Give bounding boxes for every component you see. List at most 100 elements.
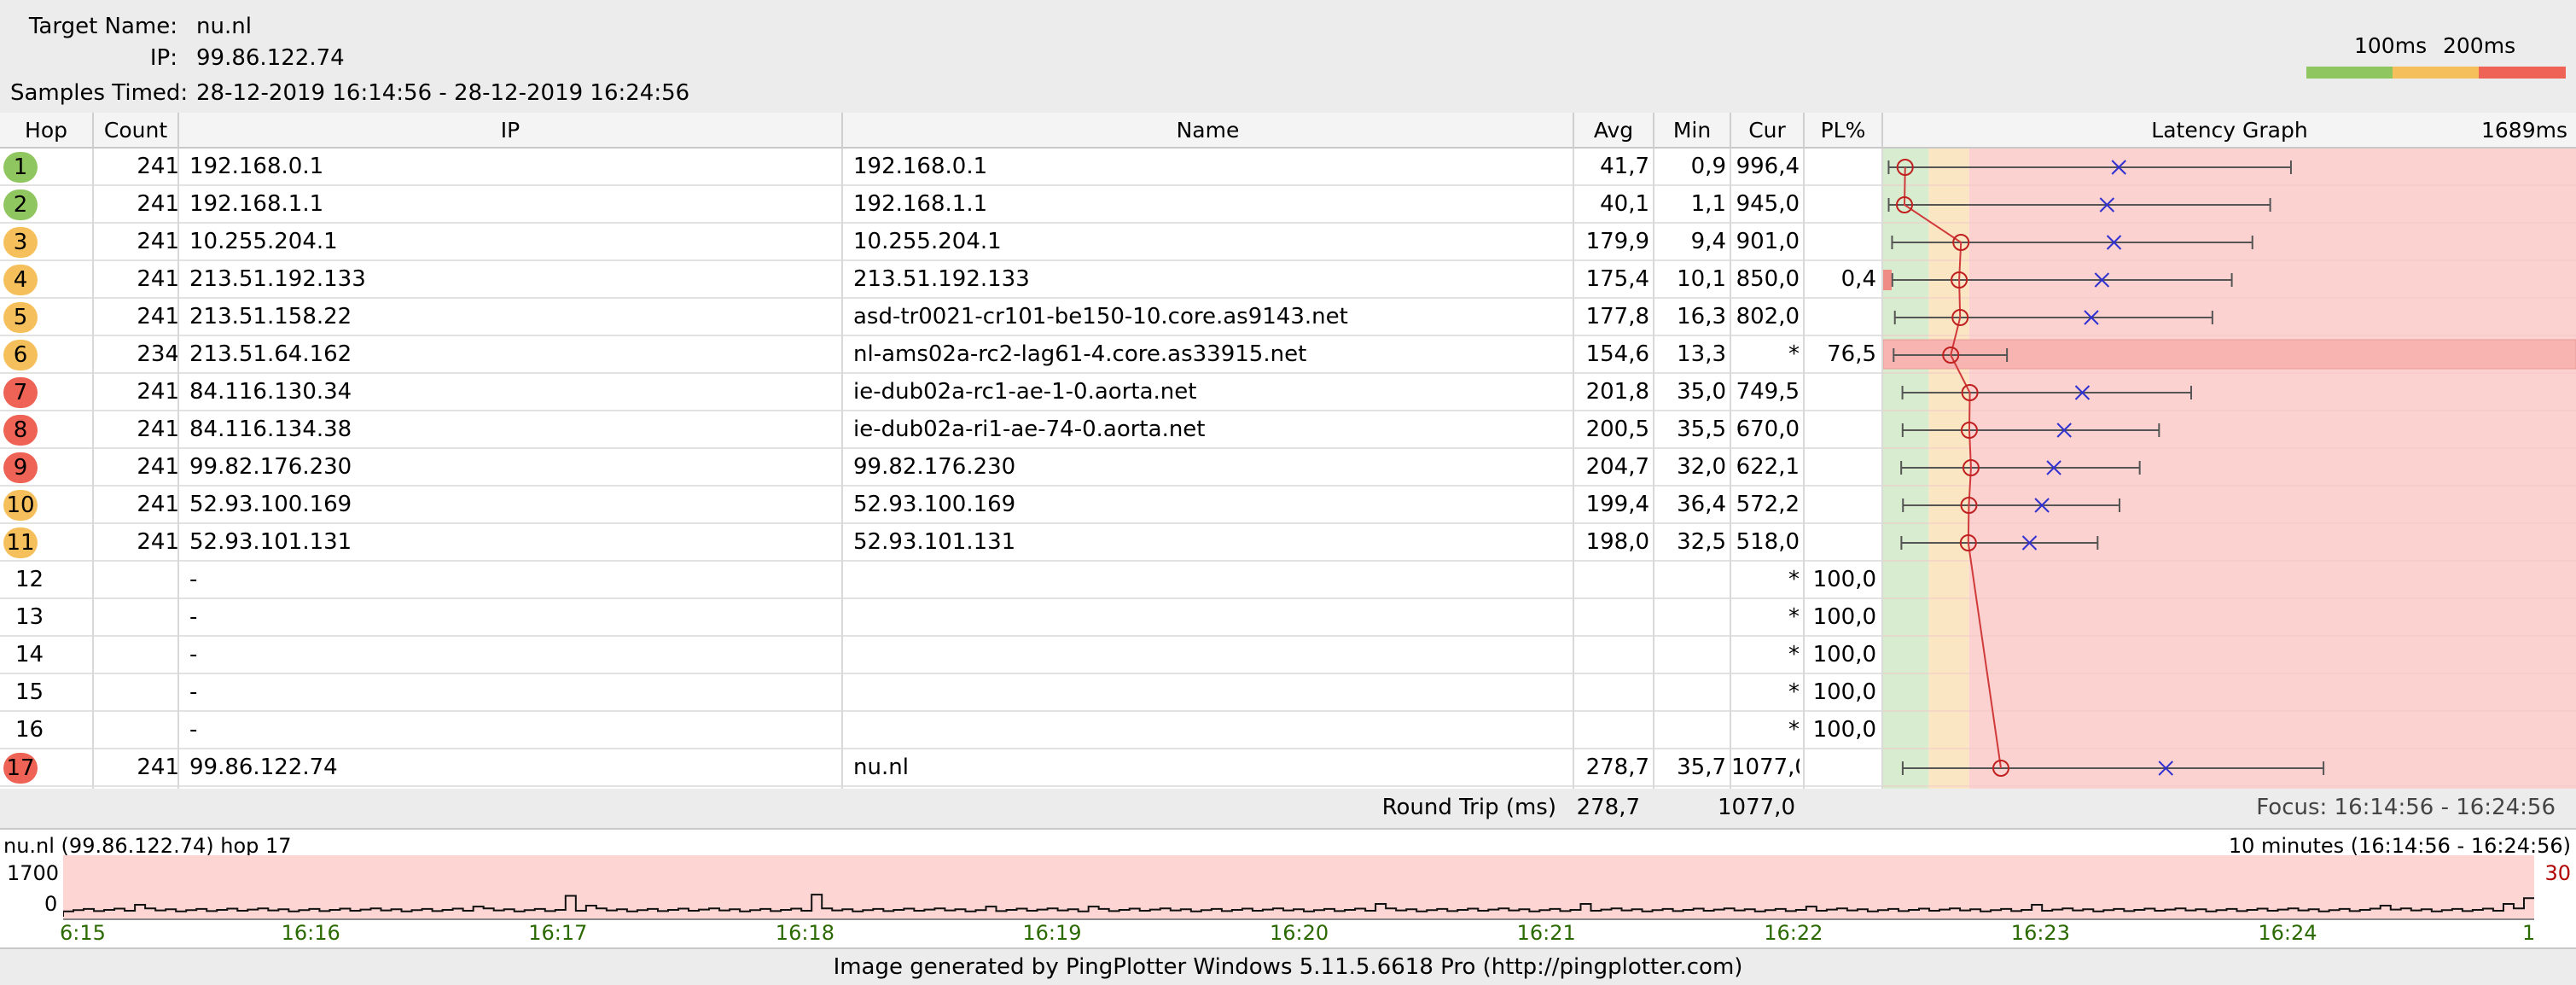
table-row[interactable]: 7 241 84.116.130.34 ie-dub02a-rc1-ae-1-0.ao… bbox=[0, 374, 1883, 411]
ip-label: IP: bbox=[149, 45, 177, 71]
avg-cell bbox=[1574, 674, 1649, 710]
ip-cell: 192.168.0.1 bbox=[189, 154, 324, 179]
table-row[interactable]: 4 241 213.51.192.133 213.51.192.133 175,4 10,… bbox=[0, 261, 1883, 299]
trace-table: Hop Count IP Name Avg Min Cur PL% Latenc… bbox=[0, 113, 2576, 789]
round-trip-cur: 1077,0 bbox=[1718, 795, 1795, 820]
col-latency-graph[interactable]: Latency Graph 1689ms bbox=[1883, 113, 2576, 149]
ip-cell: - bbox=[189, 679, 198, 705]
col-name[interactable]: Name bbox=[843, 113, 1574, 149]
pingplotter-window: Target Name: nu.nl IP: 99.86.122.74 Samp… bbox=[0, 0, 2576, 985]
name-cell: ie-dub02a-rc1-ae-1-0.aorta.net bbox=[853, 379, 1197, 405]
count-cell: 241 bbox=[137, 454, 179, 480]
column-divider bbox=[1803, 149, 1805, 789]
hop-cell: 15 bbox=[0, 674, 94, 710]
col-avg[interactable]: Avg bbox=[1574, 113, 1654, 149]
pl-cell bbox=[1805, 449, 1876, 485]
timeline-tick-label: 1 bbox=[2522, 921, 2536, 945]
min-cell: 13,3 bbox=[1677, 341, 1726, 367]
avg-cell: 204,7 bbox=[1585, 454, 1649, 480]
pl-cell: 100,0 bbox=[1812, 717, 1876, 743]
hop-number: 14 bbox=[15, 642, 44, 667]
pl-cell: 0,4 bbox=[1840, 266, 1876, 292]
timeline-panel[interactable]: nu.nl (99.86.122.74) hop 17 10 minutes (… bbox=[0, 828, 2576, 949]
hop-status-badge: 17 bbox=[3, 753, 38, 784]
column-divider bbox=[841, 149, 843, 789]
hop-cell: 11 bbox=[0, 524, 94, 560]
name-cell: asd-tr0021-cr101-be150-10.core.as9143.ne… bbox=[853, 304, 1348, 329]
round-trip-avg: 278,7 bbox=[1576, 795, 1640, 820]
table-row[interactable]: 15 - * 100,0 bbox=[0, 674, 1883, 712]
table-row[interactable]: 8 241 84.116.134.38 ie-dub02a-ri1-ae-74-0.a… bbox=[0, 411, 1883, 449]
cur-cell: 996,4 bbox=[1736, 154, 1800, 179]
avg-cell: 177,8 bbox=[1585, 304, 1649, 329]
count-cell: 241 bbox=[137, 417, 179, 442]
count-cell bbox=[94, 674, 179, 710]
hop-cell: 7 bbox=[0, 374, 94, 410]
table-row[interactable]: 5 241 213.51.158.22 asd-tr0021-cr101-be150-… bbox=[0, 299, 1883, 336]
table-row[interactable]: 2 241 192.168.1.1 192.168.1.1 40,1 1,1 945,0 bbox=[0, 186, 1883, 224]
count-cell: 241 bbox=[137, 755, 179, 780]
avg-cell: 200,5 bbox=[1585, 417, 1649, 442]
pl-cell bbox=[1805, 411, 1876, 447]
count-cell: 241 bbox=[137, 529, 179, 555]
pl-cell bbox=[1805, 299, 1876, 335]
ip-cell: 52.93.100.169 bbox=[189, 492, 352, 517]
count-cell bbox=[94, 562, 179, 597]
cur-cell: 945,0 bbox=[1736, 191, 1800, 217]
timeline-tick-label: 6:15 bbox=[60, 921, 106, 945]
name-cell bbox=[853, 712, 1570, 748]
timeline-chart[interactable] bbox=[63, 855, 2534, 920]
pl-cell bbox=[1805, 524, 1876, 560]
table-row[interactable]: 1 241 192.168.0.1 192.168.0.1 41,7 0,9 996,4 bbox=[0, 149, 1883, 186]
name-cell bbox=[853, 562, 1570, 597]
min-cell: 35,5 bbox=[1677, 417, 1726, 442]
hop-status-badge: 9 bbox=[3, 452, 38, 483]
col-cur[interactable]: Cur bbox=[1731, 113, 1805, 149]
hop-cell: 10 bbox=[0, 487, 94, 522]
latency-scale-legend: 100ms 200ms bbox=[2306, 31, 2566, 79]
hop-cell: 3 bbox=[0, 224, 94, 259]
col-min[interactable]: Min bbox=[1654, 113, 1731, 149]
hop-cell: 1 bbox=[0, 149, 94, 184]
avg-cell: 201,8 bbox=[1585, 379, 1649, 405]
avg-cell: 41,7 bbox=[1600, 154, 1649, 179]
col-count[interactable]: Count bbox=[94, 113, 179, 149]
table-row[interactable]: 17 241 99.86.122.74 nu.nl 278,7 35,71077,0 bbox=[0, 749, 1883, 787]
ip-value: 99.86.122.74 bbox=[196, 45, 345, 71]
col-hop[interactable]: Hop bbox=[0, 113, 94, 149]
avg-cell bbox=[1574, 599, 1649, 635]
count-cell bbox=[94, 599, 179, 635]
col-pl[interactable]: PL% bbox=[1805, 113, 1883, 149]
ip-cell: 10.255.204.1 bbox=[189, 229, 338, 254]
samples-value: 28-12-2019 16:14:56 - 28-12-2019 16:24:5… bbox=[196, 80, 690, 106]
table-row[interactable]: 9 241 99.82.176.230 99.82.176.230 204,7 32,0 6… bbox=[0, 449, 1883, 487]
table-row[interactable]: 10 241 52.93.100.169 52.93.100.169 199,4 36,4… bbox=[0, 487, 1883, 524]
cur-cell: 622,1 bbox=[1736, 454, 1800, 480]
pl-cell: 76,5 bbox=[1827, 341, 1876, 367]
timeline-tick-label: 16:20 bbox=[1270, 921, 1329, 945]
avg-cell bbox=[1574, 562, 1649, 597]
min-cell: 32,5 bbox=[1677, 529, 1726, 555]
table-row[interactable]: 6 234 213.51.64.162 nl-ams02a-rc2-lag61-4.c… bbox=[0, 336, 1883, 374]
min-cell: 32,0 bbox=[1677, 454, 1726, 480]
hop-status-badge: 8 bbox=[3, 415, 38, 446]
hop-status-badge: 6 bbox=[3, 340, 38, 370]
hop-cell: 5 bbox=[0, 299, 94, 335]
latency-graph-max: 1689ms bbox=[2480, 118, 2567, 143]
hop-status-badge: 11 bbox=[3, 527, 38, 558]
name-cell: 99.82.176.230 bbox=[853, 454, 1016, 480]
min-cell: 36,4 bbox=[1677, 492, 1726, 517]
table-row[interactable]: 13 - * 100,0 bbox=[0, 599, 1883, 637]
col-ip[interactable]: IP bbox=[179, 113, 843, 149]
table-row[interactable]: 14 - * 100,0 bbox=[0, 637, 1883, 674]
table-row[interactable]: 11 241 52.93.101.131 52.93.101.131 198,0 32,5… bbox=[0, 524, 1883, 562]
hop-status-badge: 5 bbox=[3, 302, 38, 333]
table-row[interactable]: 16 - * 100,0 bbox=[0, 712, 1883, 749]
avg-cell: 154,6 bbox=[1585, 341, 1649, 367]
focus-range: Focus: 16:14:56 - 16:24:56 bbox=[2256, 795, 2556, 820]
ip-cell: 99.86.122.74 bbox=[189, 755, 338, 780]
table-row[interactable]: 12 - * 100,0 bbox=[0, 562, 1883, 599]
table-row[interactable]: 3 241 10.255.204.1 10.255.204.1 179,9 9,4 901,… bbox=[0, 224, 1883, 261]
column-divider bbox=[1730, 149, 1731, 789]
cur-cell: 518,0 bbox=[1736, 529, 1800, 555]
